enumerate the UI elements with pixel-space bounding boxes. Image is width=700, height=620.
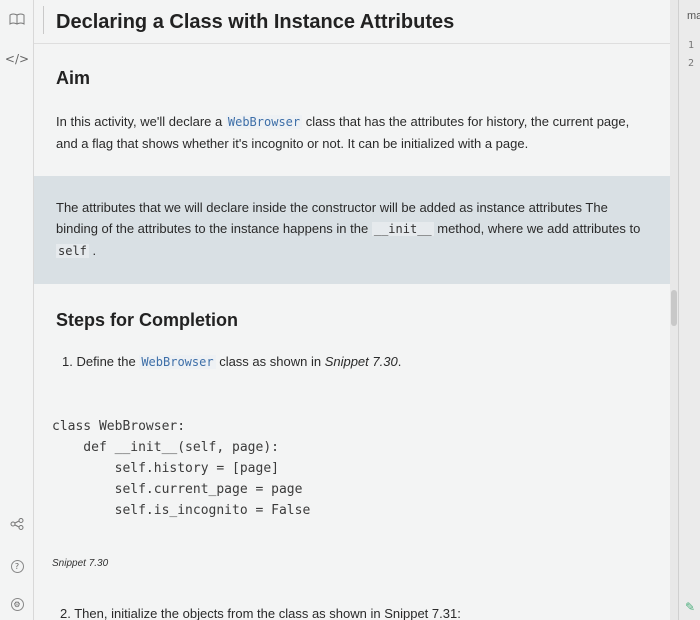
book-icon[interactable] bbox=[6, 9, 28, 29]
help-icon[interactable]: ? bbox=[6, 556, 28, 576]
header-divider bbox=[43, 6, 44, 34]
code-line: def __init__(self, page): bbox=[52, 440, 279, 455]
aim-text-before: In this activity, we'll declare a bbox=[56, 114, 226, 129]
aim-heading: Aim bbox=[56, 68, 91, 88]
code-line: class WebBrowser: bbox=[52, 419, 186, 434]
code-line: self.current_page = page bbox=[52, 482, 303, 497]
editor-tab-label[interactable]: ma bbox=[687, 10, 700, 22]
editor-panel: ma 1 2 ✎ bbox=[678, 0, 700, 620]
inline-code-webbrowser: WebBrowser bbox=[225, 115, 303, 129]
note-callout: The attributes that we will declare insi… bbox=[34, 176, 670, 284]
snippet-reference: Snippet 7.30 bbox=[324, 354, 398, 369]
inline-code-self: self bbox=[56, 244, 89, 258]
step-2: 2. Then, initialize the objects from the… bbox=[60, 606, 461, 620]
step-1: 1. Define the WebBrowser class as shown … bbox=[62, 354, 401, 369]
code-line: self.history = [page] bbox=[52, 461, 279, 476]
share-icon[interactable] bbox=[6, 514, 28, 534]
aim-paragraph: In this activity, we'll declare a WebBro… bbox=[56, 111, 646, 154]
pencil-icon[interactable]: ✎ bbox=[685, 600, 695, 614]
scrollbar-thumb[interactable] bbox=[671, 290, 677, 326]
settings-icon[interactable]: ⚙ bbox=[6, 594, 28, 614]
step1-prefix: 1. Define the bbox=[62, 354, 140, 369]
step1-middle: class as shown in bbox=[215, 354, 325, 369]
lesson-content: Aim In this activity, we'll declare a We… bbox=[34, 44, 670, 620]
snippet-caption: Snippet 7.30 bbox=[52, 558, 109, 569]
callout-paragraph: The attributes that we will declare insi… bbox=[56, 197, 646, 262]
step1-suffix: . bbox=[397, 354, 402, 369]
page-title: Declaring a Class with Instance Attribut… bbox=[56, 11, 455, 33]
callout-text-3: . bbox=[88, 243, 97, 258]
line-number: 2 bbox=[688, 58, 695, 69]
code-icon[interactable]: </> bbox=[5, 49, 29, 69]
content-scrollbar[interactable] bbox=[670, 0, 678, 620]
callout-text-2: method, where we add attributes to bbox=[433, 221, 641, 236]
inline-code-webbrowser-step: WebBrowser bbox=[139, 355, 216, 369]
inline-code-init: __init__ bbox=[371, 222, 434, 236]
header-bar: Declaring a Class with Instance Attribut… bbox=[34, 0, 670, 44]
code-snippet: class WebBrowser: def __init__(self, pag… bbox=[52, 416, 310, 521]
code-line: self.is_incognito = False bbox=[52, 503, 311, 518]
steps-heading: Steps for Completion bbox=[56, 310, 239, 330]
left-rail: </> ? ⚙ bbox=[0, 0, 34, 620]
line-number: 1 bbox=[688, 40, 695, 51]
